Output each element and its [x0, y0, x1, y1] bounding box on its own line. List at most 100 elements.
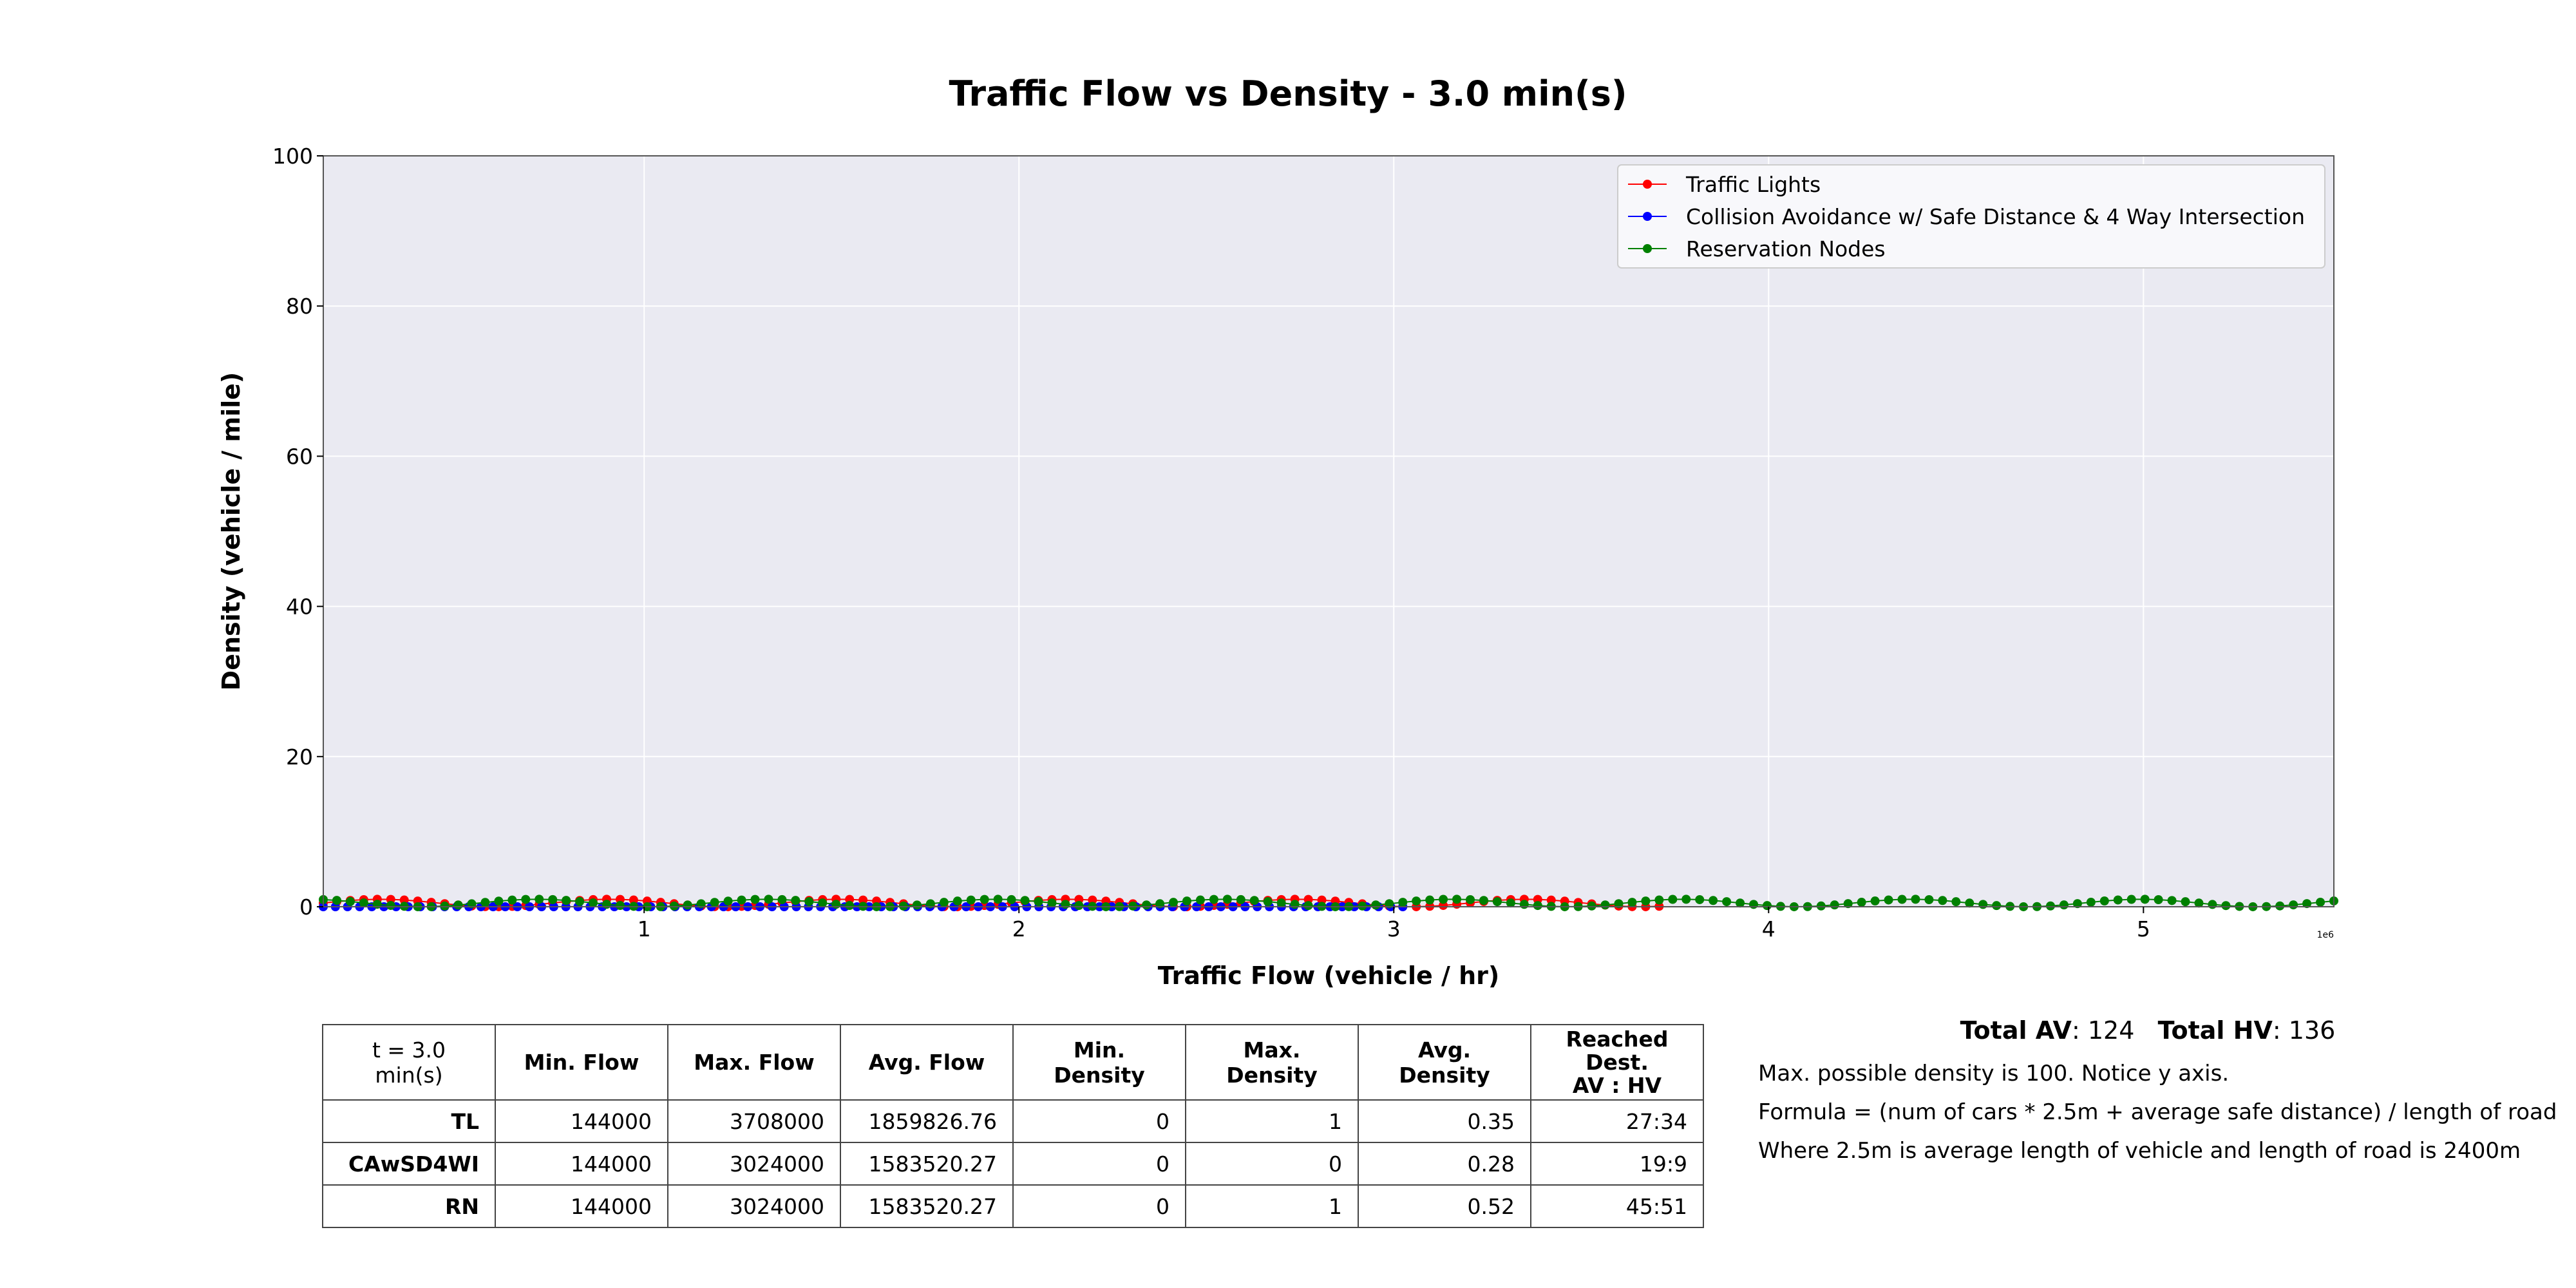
data-point: [669, 901, 679, 911]
y-tick-label: 60: [286, 444, 313, 469]
data-point: [1587, 901, 1596, 911]
table-cell: 0.28: [1358, 1142, 1531, 1186]
data-point: [1911, 895, 1920, 904]
table-cell: 0: [1012, 1184, 1186, 1228]
table-cell: 144000: [495, 1142, 668, 1186]
data-point: [1020, 896, 1030, 905]
table-cell: 144000: [495, 1184, 668, 1228]
x-scale-label: 1e6: [2317, 930, 2334, 940]
data-point: [589, 898, 598, 908]
table-cell: 1859826.76: [840, 1099, 1014, 1143]
data-point: [1695, 895, 1705, 904]
data-point: [1978, 900, 1988, 909]
x-axis-label: Traffic Flow (vehicle / hr): [1158, 961, 1500, 990]
table-cell: 1: [1185, 1184, 1359, 1228]
table-row: CAwSD4WI 144000 3024000 1583520.27 0 0 0…: [322, 1142, 1704, 1186]
data-point: [898, 901, 908, 911]
data-point: [1007, 895, 1016, 904]
data-point: [2086, 897, 2096, 907]
data-point: [1371, 900, 1381, 910]
data-point: [535, 895, 544, 904]
data-point: [1600, 900, 1610, 910]
data-point: [453, 900, 463, 910]
table-row: RN 144000 3024000 1583520.27 0 1 0.52 45…: [322, 1184, 1704, 1228]
data-point: [2154, 895, 2163, 905]
data-point: [1236, 895, 1245, 904]
data-point: [2045, 901, 2055, 911]
data-point: [1492, 897, 1502, 907]
total-hv-value: : 136: [2272, 1016, 2336, 1045]
note-formula: Formula = (num of cars * 2.5m + average …: [1758, 1099, 2557, 1125]
data-point: [1627, 898, 1637, 907]
data-point: [1641, 896, 1651, 906]
data-point: [1142, 900, 1151, 910]
table-cell: 0.35: [1358, 1099, 1531, 1143]
data-point: [345, 896, 355, 906]
legend-label: Collision Avoidance w/ Safe Distance & 4…: [1686, 204, 2305, 229]
table-header-cell: Max. Flow: [667, 1024, 841, 1101]
table-cell: 0: [1012, 1142, 1186, 1186]
x-tick-label: 3: [1387, 916, 1401, 942]
data-point: [1128, 901, 1138, 911]
y-tick-label: 0: [299, 895, 313, 920]
stats-table: t = 3.0 min(s) Min. Flow Max. Flow Avg. …: [322, 1024, 1704, 1228]
data-point: [1749, 900, 1759, 909]
note-max-density: Max. possible density is 100. Notice y a…: [1758, 1061, 2230, 1086]
data-point: [2181, 897, 2190, 907]
data-point: [521, 895, 531, 904]
data-point: [1412, 896, 1421, 906]
data-point: [2316, 897, 2325, 907]
total-av-value: : 124: [2071, 1016, 2135, 1045]
data-point: [1816, 901, 1826, 911]
table-cell: 1583520.27: [840, 1142, 1014, 1186]
data-point: [723, 896, 733, 906]
table-row: TL 144000 3708000 1859826.76 0 1 0.35 27…: [322, 1099, 1704, 1143]
data-point: [494, 896, 504, 906]
table-cell: 27:34: [1530, 1099, 1704, 1143]
info-panel: Total AV: 124 Total HV: 136 Max. possibl…: [1758, 1016, 2570, 1177]
y-tick-label: 40: [286, 594, 313, 620]
data-point: [2140, 895, 2150, 904]
data-point: [1074, 901, 1084, 911]
data-point: [791, 896, 800, 905]
data-point: [2113, 895, 2123, 905]
data-point: [359, 898, 368, 907]
data-point: [1830, 900, 1839, 910]
table-row-label: TL: [322, 1099, 496, 1143]
data-point: [1762, 901, 1772, 911]
y-tick-label: 20: [286, 744, 313, 770]
table-cell: 144000: [495, 1099, 668, 1143]
data-point: [2126, 895, 2136, 904]
data-point: [980, 895, 989, 904]
legend-label: Traffic Lights: [1685, 172, 1821, 197]
data-point: [1938, 896, 1947, 905]
data-point: [1425, 895, 1435, 905]
data-point: [548, 895, 558, 904]
table-cell: 1583520.27: [840, 1184, 1014, 1228]
data-point: [602, 900, 612, 909]
data-point: [804, 896, 814, 906]
data-point: [1870, 896, 1880, 906]
data-point: [372, 900, 382, 909]
data-point: [1290, 900, 1300, 909]
table-cell: 0: [1185, 1142, 1359, 1186]
data-point: [952, 896, 962, 906]
data-point: [2289, 900, 2298, 910]
data-point: [818, 898, 828, 908]
data-point: [1303, 901, 1313, 911]
total-av-label: Total AV: [1960, 1016, 2072, 1045]
table-header-cell: Min. Flow: [495, 1024, 668, 1101]
data-point: [1398, 898, 1408, 907]
table-cell: 3024000: [667, 1142, 841, 1186]
note-vehicle-length: Where 2.5m is average length of vehicle …: [1758, 1138, 2521, 1164]
table-cell: 3024000: [667, 1184, 841, 1228]
table-header-cell: Max. Density: [1185, 1024, 1359, 1101]
total-hv-label: Total HV: [2157, 1016, 2273, 1045]
data-point: [683, 900, 692, 910]
data-point: [993, 895, 1003, 904]
legend-marker: [1643, 212, 1652, 221]
data-point: [1034, 897, 1043, 907]
table-row-label: RN: [322, 1184, 496, 1228]
totals-line: Total AV: 124 Total HV: 136: [1726, 1016, 2570, 1045]
data-point: [1061, 900, 1070, 909]
